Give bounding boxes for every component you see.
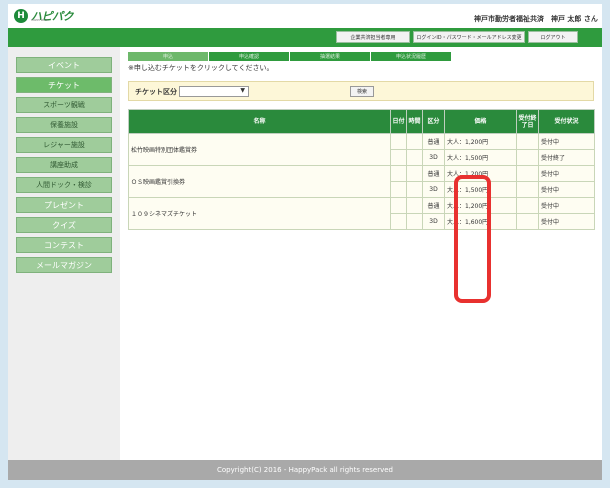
filter-bar: チケット区分 ▼ 検索 [128,81,594,101]
sidebar-item-course[interactable]: 講座助成 [16,157,112,173]
date-cell [390,165,407,182]
status-cell: 受付中 [538,181,595,198]
ticket-name[interactable]: ＯＳ映画鑑賞引換券 [128,165,391,198]
genre-cell[interactable]: 3D [422,149,445,166]
sidebar-item-contest[interactable]: コンテスト [16,237,112,253]
table-row[interactable]: 松竹映画特別団体鑑賞券 普通 大人：1,200円 受付中 [128,133,595,166]
deadline-cell [516,165,539,182]
time-cell [406,213,423,230]
genre-cell[interactable]: 3D [422,213,445,230]
tab-history[interactable]: 申込状況履歴 [371,52,451,61]
logo-subtitle: HAPPYPACK [31,18,49,22]
logout-button[interactable]: ログアウト [528,31,578,43]
user-org-name: 神戸市勤労者福祉共済 神戸 太郎 さん [474,15,598,23]
ticket-category-select[interactable]: ▼ [179,86,249,97]
deadline-cell [516,133,539,150]
header-deadline: 受付終了日 [516,109,539,134]
header-genre: 区分 [422,109,445,134]
genre-cell[interactable]: 普通 [422,197,445,214]
chevron-down-icon: ▼ [240,87,245,94]
time-cell [406,165,423,182]
sidebar-item-medical[interactable]: 人間ドック・検診 [16,177,112,193]
sidebar-item-present[interactable]: プレゼント [16,197,112,213]
status-cell: 受付中 [538,197,595,214]
tab-apply[interactable]: 申込 [128,52,208,61]
tab-bar: 申込 申込確認 抽選結果 申込状況履歴 [128,52,452,61]
time-cell [406,181,423,198]
header: H ハピパク HAPPYPACK 神戸市勤労者福祉共済 神戸 太郎 さん [8,4,602,28]
price-cell: 大人：1,500円 [444,149,517,166]
top-nav-bar: 企業共済担当者専用 ログインID・パスワード・メールアドレス変更 ログアウト [8,28,602,47]
header-status: 受付状況 [538,109,595,134]
filter-label: チケット区分 [135,88,177,96]
sidebar-item-leisure[interactable]: レジャー施設 [16,137,112,153]
header-date: 日付 [390,109,407,134]
logo-mark: H [14,9,28,23]
sidebar: イベント チケット スポーツ観戦 保養施設 レジャー施設 講座助成 人間ドック・… [8,47,120,460]
page-frame: H ハピパク HAPPYPACK 神戸市勤労者福祉共済 神戸 太郎 さん 企業共… [8,4,602,480]
ticket-name[interactable]: １０９シネマズチケット [128,197,391,230]
header-price: 価格 [444,109,517,134]
time-cell [406,133,423,150]
date-cell [390,133,407,150]
table-row[interactable]: ＯＳ映画鑑賞引換券 普通 大人：1,200円 受付中 [128,165,595,198]
time-cell [406,149,423,166]
status-cell: 受付中 [538,213,595,230]
sidebar-item-resort[interactable]: 保養施設 [16,117,112,133]
header-time: 時間 [406,109,423,134]
genre-cell[interactable]: 3D [422,181,445,198]
status-cell: 受付終了 [538,149,595,166]
date-cell [390,181,407,198]
date-cell [390,213,407,230]
tab-lottery-result[interactable]: 抽選結果 [290,52,370,61]
table-header-row: 名称 日付 時間 区分 価格 受付終了日 受付状況 [128,109,595,134]
date-cell [390,149,407,166]
deadline-cell [516,213,539,230]
ticket-name[interactable]: 松竹映画特別団体鑑賞券 [128,133,391,166]
date-cell [390,197,407,214]
sidebar-item-mailmagazine[interactable]: メールマガジン [16,257,112,273]
sidebar-item-sports[interactable]: スポーツ観戦 [16,97,112,113]
company-admin-link[interactable]: 企業共済担当者専用 [336,31,410,43]
genre-cell[interactable]: 普通 [422,133,445,150]
header-name: 名称 [128,109,391,134]
ticket-table: 名称 日付 時間 区分 価格 受付終了日 受付状況 松竹映画特別団体鑑賞券 普通… [128,109,595,230]
account-settings-link[interactable]: ログインID・パスワード・メールアドレス変更 [413,31,525,43]
deadline-cell [516,197,539,214]
sidebar-item-event[interactable]: イベント [16,57,112,73]
search-button[interactable]: 検索 [350,86,374,97]
status-cell: 受付中 [538,165,595,182]
deadline-cell [516,149,539,166]
table-row[interactable]: １０９シネマズチケット 普通 大人：1,200円 受付中 [128,197,595,230]
instruction-text: ※申し込むチケットをクリックしてください。 [128,64,274,72]
genre-highlight-box [454,175,491,303]
tab-confirm[interactable]: 申込確認 [209,52,289,61]
sidebar-item-quiz[interactable]: クイズ [16,217,112,233]
deadline-cell [516,181,539,198]
price-cell: 大人：1,200円 [444,133,517,150]
time-cell [406,197,423,214]
sidebar-item-ticket[interactable]: チケット [16,77,112,93]
genre-cell[interactable]: 普通 [422,165,445,182]
footer: Copyright(C) 2016 - HappyPack all rights… [8,460,602,480]
status-cell: 受付中 [538,133,595,150]
